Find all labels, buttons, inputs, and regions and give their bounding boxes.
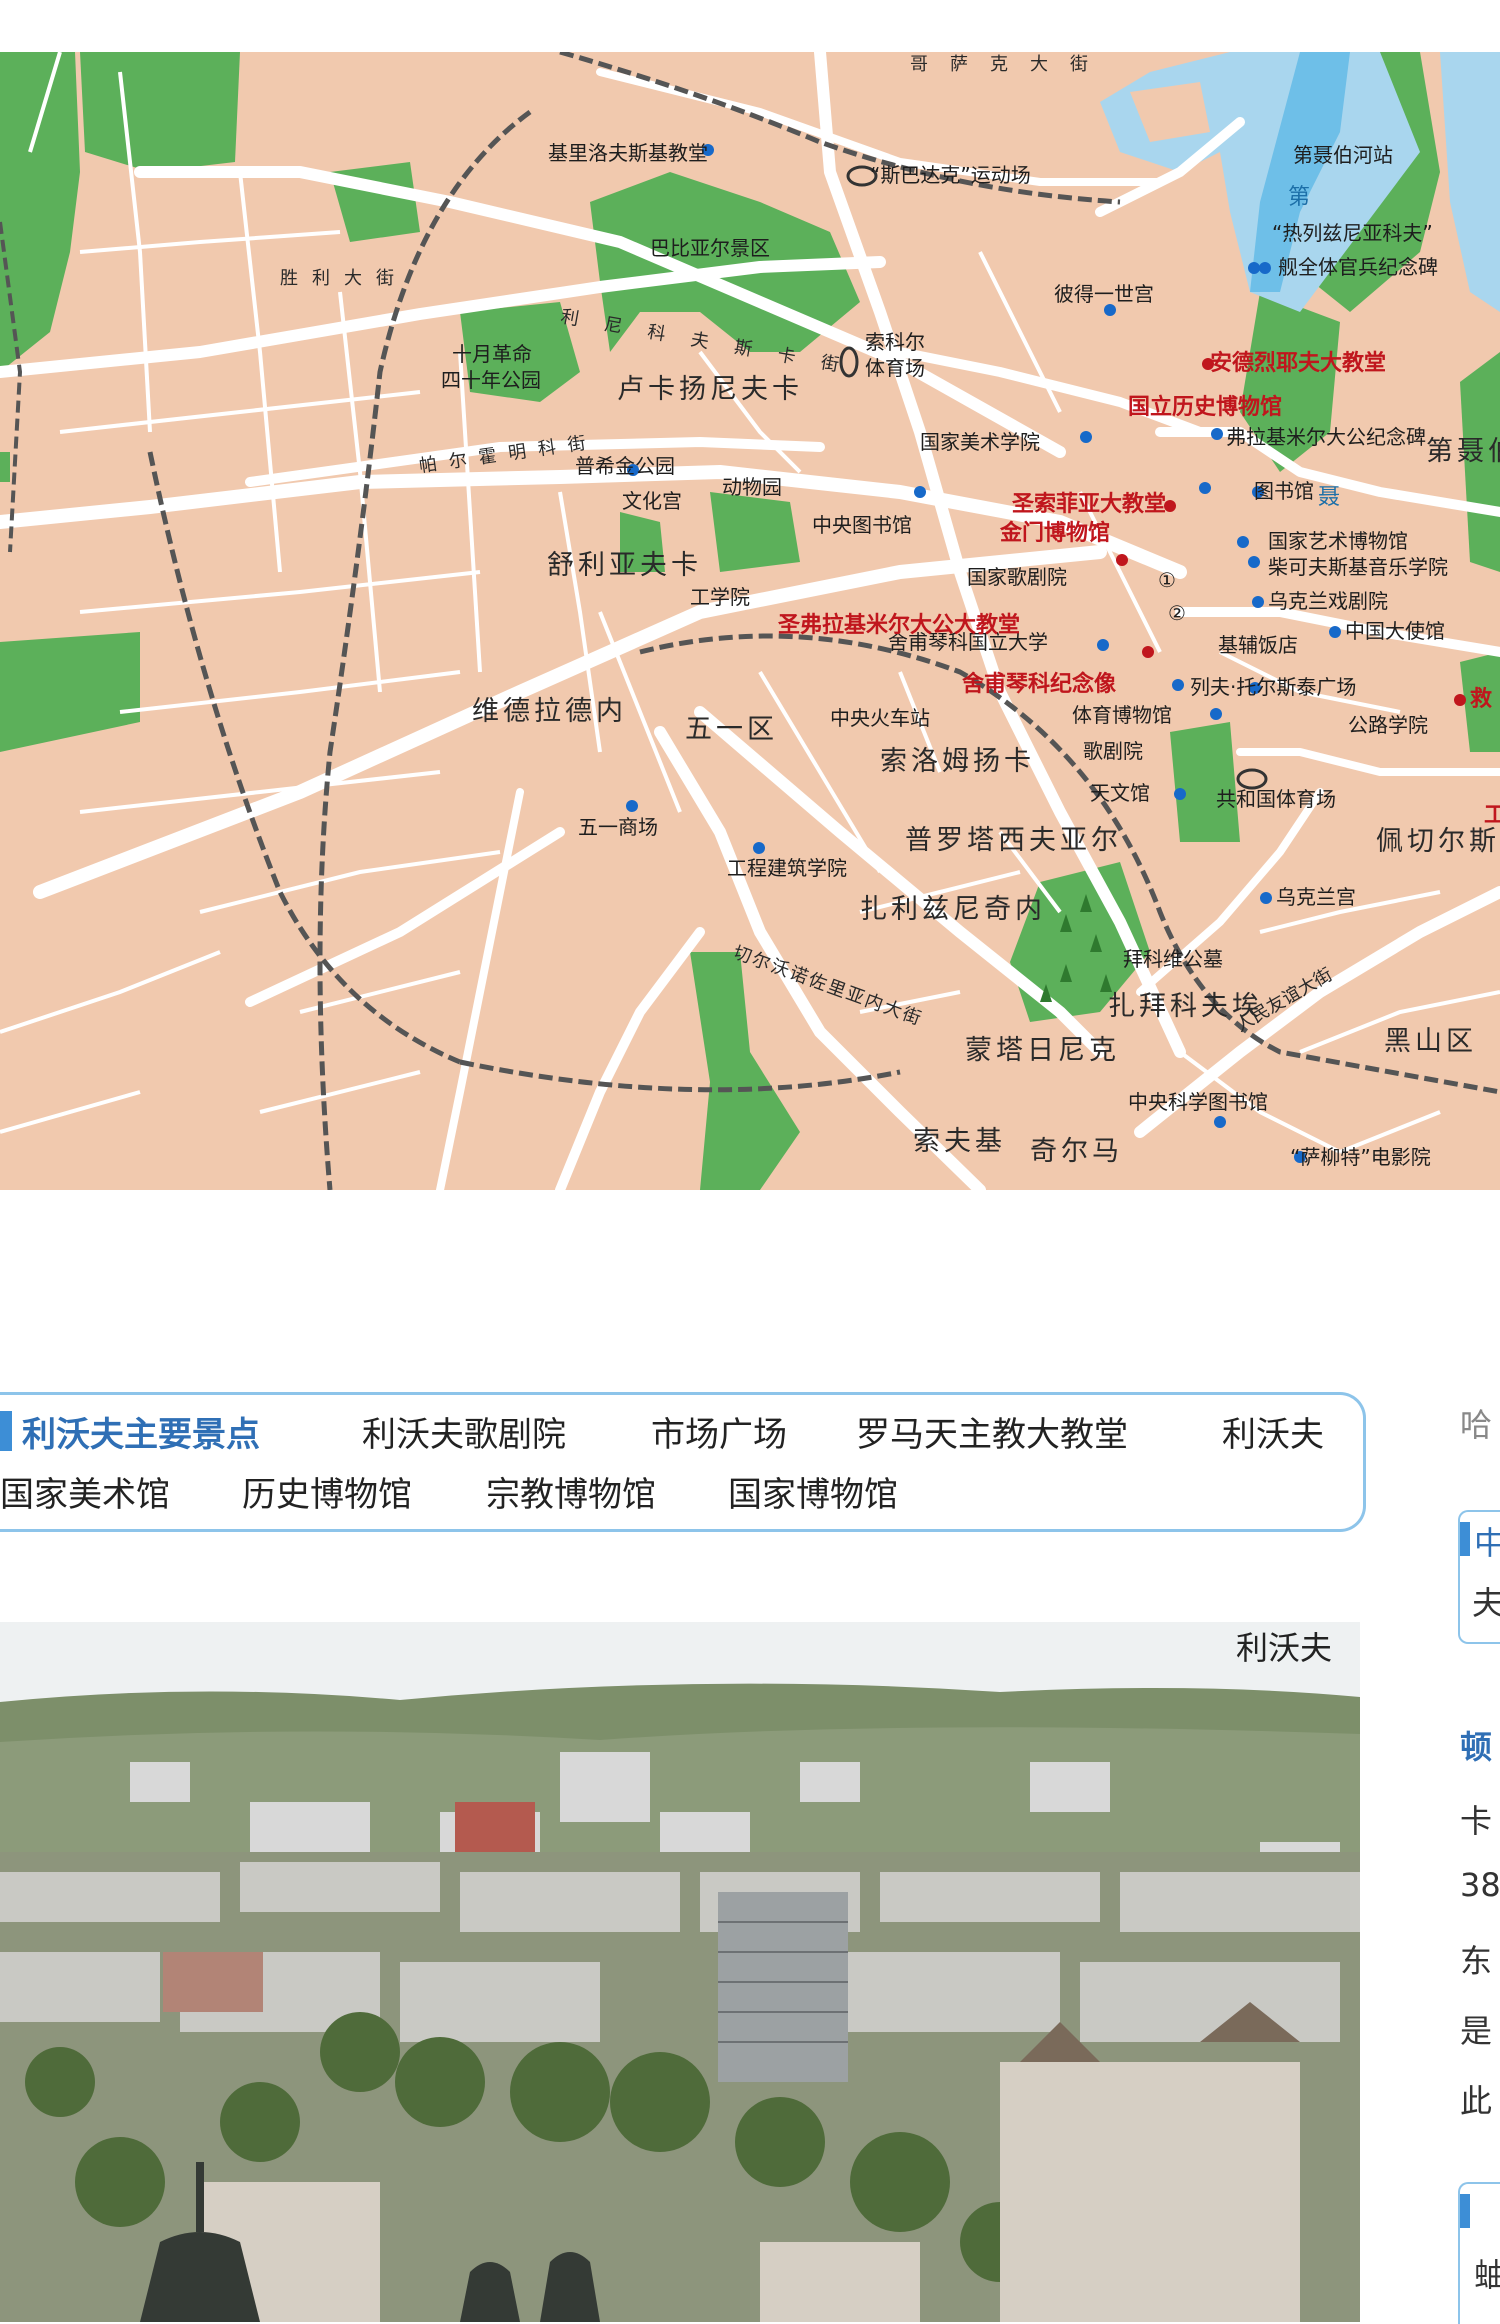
- district-label: 索洛姆扬卡: [880, 746, 1035, 777]
- kyiv-city-map: ① ② 哥萨克大街 胜利大街 利尼科夫斯卡街 帕尔霍明科街 舒利亚夫卡 维德拉德…: [0, 52, 1500, 1190]
- place-label: 国家美术学院: [920, 430, 1040, 454]
- highlight-label: 救: [1470, 687, 1492, 712]
- attraction-item: 利沃夫歌剧院: [362, 1415, 566, 1455]
- attractions-marker: [0, 1411, 12, 1451]
- highlight-label: 国立历史博物馆: [1128, 394, 1282, 420]
- side-box: 蚰: [1458, 2182, 1500, 2324]
- place-label: 十月革命: [452, 342, 532, 366]
- side-text: 是: [1460, 2012, 1493, 2050]
- side-heading: 顿: [1460, 1728, 1493, 1766]
- place-label: 体育博物馆: [1072, 703, 1172, 727]
- place-label: 天文馆: [1090, 781, 1150, 805]
- side-text: 中: [1474, 1524, 1500, 1562]
- map-marker-1: ①: [1158, 568, 1176, 592]
- water-label: 聂: [1318, 485, 1340, 510]
- place-label: 图书馆: [1254, 479, 1314, 503]
- district-label: 五一区: [685, 714, 778, 745]
- place-label: 舰全体官兵纪念碑: [1278, 255, 1438, 279]
- side-text: 哈: [1460, 1406, 1493, 1444]
- place-label: 基里洛夫斯基教堂: [548, 141, 708, 165]
- side-box-marker: [1460, 1522, 1470, 1556]
- map-marker-2: ②: [1168, 601, 1186, 625]
- place-label: 中央火车站: [830, 706, 930, 730]
- place-label: 索科尔: [865, 330, 925, 354]
- side-box-marker: [1460, 2194, 1470, 2228]
- place-label: 乌克兰戏剧院: [1268, 589, 1388, 613]
- place-label: 共和国体育场: [1216, 787, 1336, 811]
- place-label: 公路学院: [1348, 713, 1428, 737]
- district-label: 卢卡扬尼夫卡: [617, 374, 803, 405]
- photo-illustration: [0, 1622, 1360, 2322]
- place-label: 拜科维公墓: [1123, 947, 1223, 971]
- district-label: 佩切尔斯: [1376, 826, 1500, 857]
- place-label: “萨柳特”电影院: [1290, 1145, 1431, 1169]
- highlight-label: 圣索菲亚大教堂: [1012, 491, 1166, 517]
- side-text: 此: [1460, 2082, 1493, 2120]
- street-label: 胜利大街: [280, 268, 408, 289]
- attraction-item: 历史博物馆: [242, 1475, 412, 1515]
- place-label: 中央科学图书馆: [1128, 1090, 1268, 1114]
- place-label: 巴比亚尔景区: [650, 236, 770, 260]
- place-label: 歌剧院: [1083, 739, 1143, 763]
- district-label: 扎利兹尼奇内: [860, 894, 1046, 925]
- place-label: 彼得一世宫: [1054, 282, 1154, 306]
- lviv-city-photo: [0, 1622, 1360, 2322]
- side-box: 中 夫: [1458, 1510, 1500, 1644]
- attraction-item: 罗马天主教大教堂: [856, 1415, 1128, 1455]
- attractions-title: 利沃夫主要景点: [22, 1415, 260, 1455]
- place-label: 国家歌剧院: [967, 565, 1067, 589]
- side-text: 蚰: [1474, 2256, 1500, 2294]
- street-label: 哥萨克大街: [910, 54, 1110, 75]
- place-label: 第聂伯: [1426, 436, 1500, 467]
- place-label: 工学院: [690, 585, 750, 609]
- highlight-label: 安德烈耶夫大教堂: [1210, 350, 1386, 376]
- place-label: 基辅饭店: [1218, 633, 1298, 657]
- highlight-label: 舍甫琴科纪念像: [962, 671, 1117, 697]
- water-label: 第: [1288, 185, 1310, 210]
- place-label: 体育场: [865, 356, 925, 380]
- attraction-item: 国家美术馆: [0, 1475, 170, 1515]
- side-text: 38: [1460, 1866, 1500, 1904]
- attractions-box: 利沃夫主要景点 利沃夫歌剧院 市场广场 罗马天主教大教堂 利沃夫 国家美术馆 历…: [0, 1392, 1366, 1532]
- place-label: 弗拉基米尔大公纪念碑: [1226, 425, 1426, 449]
- attraction-item: 国家博物馆: [728, 1475, 898, 1515]
- district-label: 奇尔马: [1030, 1136, 1123, 1167]
- place-label: 五一商场: [578, 815, 658, 839]
- place-label: 柴可夫斯基音乐学院: [1268, 555, 1448, 579]
- place-label: 列夫·托尔斯泰广场: [1190, 675, 1356, 699]
- place-label: 工程建筑学院: [727, 856, 847, 880]
- district-label: 蒙塔日尼克: [965, 1035, 1120, 1066]
- place-label: 乌克兰宫: [1276, 885, 1356, 909]
- district-label: 舒利亚夫卡: [547, 550, 702, 581]
- place-label: 文化宫: [622, 489, 682, 513]
- side-text: 夫: [1472, 1584, 1500, 1622]
- highlight-label: 工: [1484, 803, 1500, 828]
- side-text: 东: [1460, 1942, 1493, 1980]
- district-label: 黑山区: [1384, 1026, 1477, 1057]
- place-label: 四十年公园: [441, 368, 541, 392]
- place-label: 中央图书馆: [812, 513, 912, 537]
- place-label: “斯巴达克”运动场: [870, 163, 1031, 187]
- attraction-item: 市场广场: [651, 1415, 787, 1455]
- photo-caption: 利沃夫: [1236, 1629, 1333, 1667]
- district-label: 索夫基: [913, 1126, 1006, 1157]
- place-label: 动物园: [722, 475, 782, 499]
- district-label: 维德拉德内: [472, 696, 627, 727]
- place-label: 中国大使馆: [1345, 619, 1445, 643]
- side-text: 卡: [1460, 1802, 1493, 1840]
- attraction-item: 利沃夫: [1222, 1415, 1324, 1455]
- place-label: 第聂伯河站: [1293, 143, 1393, 167]
- place-label: 普希金公园: [575, 454, 675, 478]
- attraction-item: 宗教博物馆: [486, 1475, 656, 1515]
- highlight-label: 圣弗拉基米尔大公大教堂: [778, 612, 1020, 638]
- place-label: “热列兹尼亚科夫”: [1272, 221, 1433, 245]
- district-label: 普罗塔西夫亚尔: [905, 825, 1122, 856]
- highlight-label: 金门博物馆: [999, 520, 1110, 546]
- next-column-edge: 哈 中 夫 顿 卡 38 东 是 此 蚰: [1440, 1340, 1500, 2324]
- place-label: 国家艺术博物馆: [1268, 529, 1408, 553]
